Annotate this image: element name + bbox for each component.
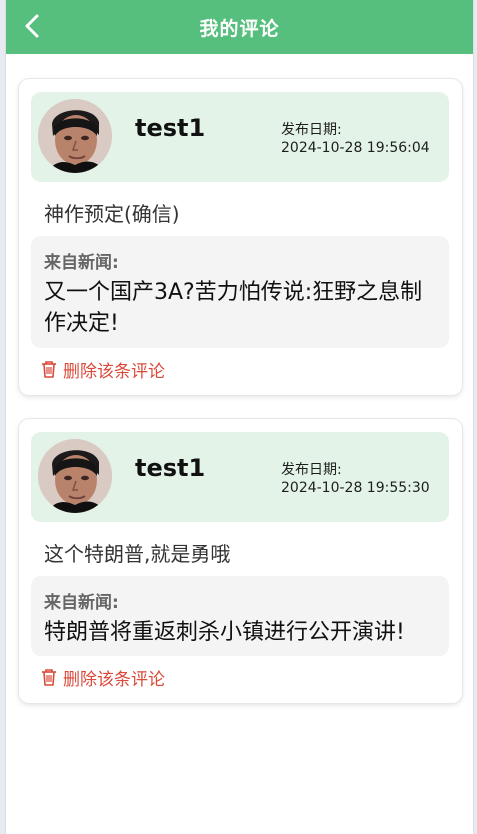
comment-text: 这个特朗普,就是勇哦 xyxy=(44,542,231,566)
avatar xyxy=(38,439,112,513)
avatar xyxy=(38,99,112,173)
username: test1 xyxy=(135,454,206,482)
page-title: 我的评论 xyxy=(199,18,280,40)
source-news-label: 来自新闻: xyxy=(44,253,119,273)
delete-comment-button[interactable]: 删除该条评论 xyxy=(39,359,165,382)
comment-text: 神作预定(确信) xyxy=(44,202,180,226)
comment-card: test1 发布日期: 2024-10-28 19:56:04 神作预定(确信)… xyxy=(19,79,462,395)
source-news-panel[interactable]: 来自新闻: 特朗普将重返刺杀小镇进行公开演讲! xyxy=(31,576,449,656)
delete-comment-button[interactable]: 删除该条评论 xyxy=(39,667,165,690)
publish-date-value: 2024-10-28 19:55:30 xyxy=(281,480,430,496)
publish-date-value: 2024-10-28 19:56:04 xyxy=(281,140,430,156)
username: test1 xyxy=(135,114,206,142)
comments-page: 我的评论 test1 发布日期: 2024-10-28 19:56:04 神作预… xyxy=(5,0,474,834)
trash-icon xyxy=(42,669,56,686)
source-news-panel[interactable]: 来自新闻: 又一个国产3A?苦力怕传说:狂野之息制作决定! xyxy=(31,236,449,348)
comment-card: test1 发布日期: 2024-10-28 19:55:30 这个特朗普,就是… xyxy=(19,419,462,703)
trash-icon xyxy=(42,361,56,378)
delete-comment-label: 删除该条评论 xyxy=(63,361,165,382)
source-news-title[interactable]: 又一个国产3A?苦力怕传说:狂野之息制作决定! xyxy=(44,277,435,339)
source-news-title[interactable]: 特朗普将重返刺杀小镇进行公开演讲! xyxy=(44,617,435,648)
comment-author-panel: test1 发布日期: 2024-10-28 19:55:30 xyxy=(31,432,449,522)
delete-comment-label: 删除该条评论 xyxy=(63,669,165,690)
comment-author-panel: test1 发布日期: 2024-10-28 19:56:04 xyxy=(31,92,449,182)
publish-date-label: 发布日期: xyxy=(281,462,342,478)
source-news-label: 来自新闻: xyxy=(44,593,119,613)
publish-date-label: 发布日期: xyxy=(281,122,342,138)
top-bar: 我的评论 xyxy=(6,0,473,54)
